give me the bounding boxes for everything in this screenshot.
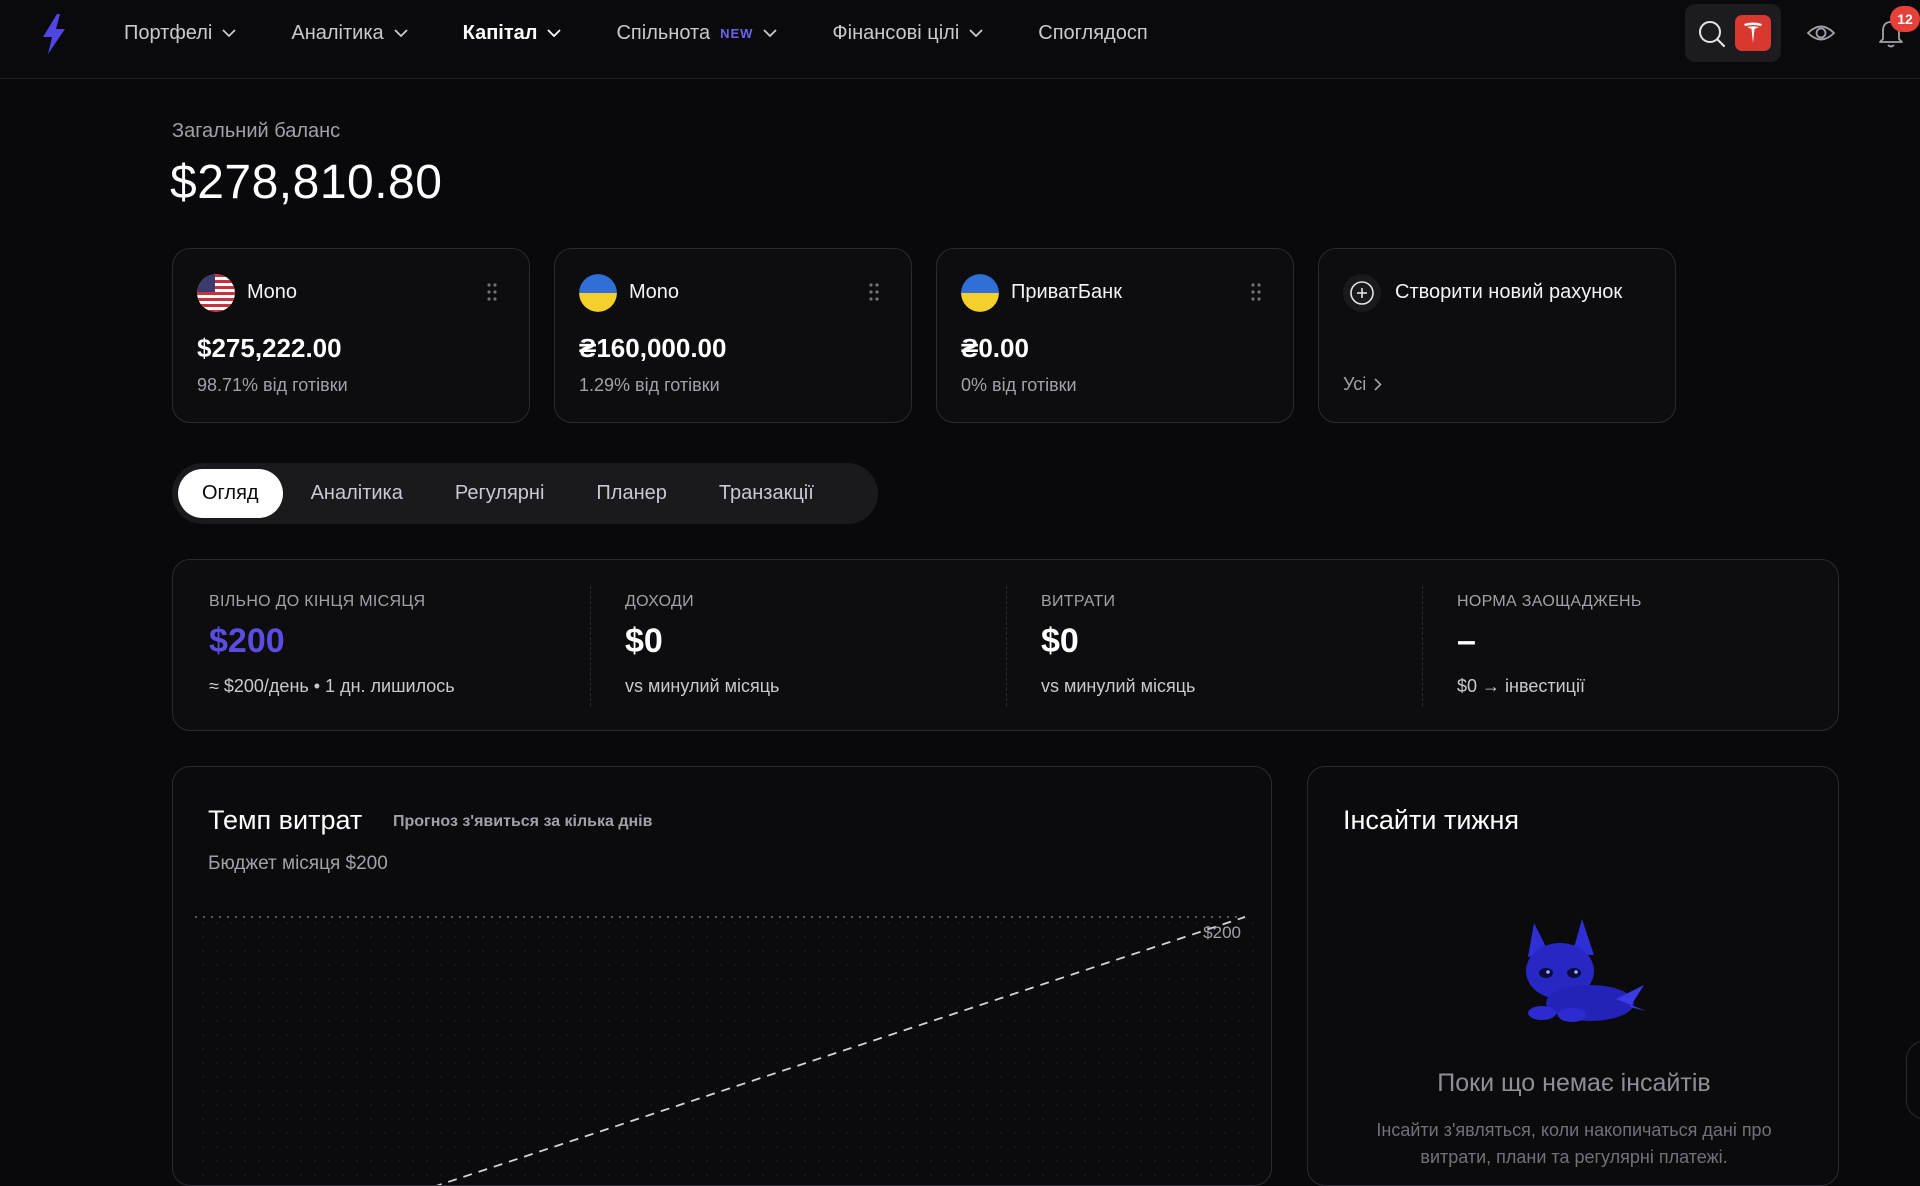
chevron-down-icon	[547, 28, 562, 37]
total-balance-label: Загальний баланс	[172, 120, 341, 142]
nav-item-analytics[interactable]: Аналітика	[291, 21, 408, 45]
no-insights-description: Інсайти з'являться, коли накопичаться да…	[1376, 1120, 1772, 1167]
spending-pace-card: $200 Темп витрат Прогноз з'явиться за кі…	[172, 766, 1272, 1186]
nav-item-label: Спільнота	[616, 21, 711, 44]
chart-dot-grid	[195, 917, 1265, 1185]
nav-item-community[interactable]: Спільнота NEW	[616, 21, 778, 45]
nav-item-label: Портфелі	[124, 21, 213, 44]
stat-label: НОРМА ЗАОЩАДЖЕНЬ	[1457, 593, 1642, 610]
create-account-card[interactable]: Створити новий рахунок Усі	[1318, 248, 1676, 423]
drag-handle-icon[interactable]	[1251, 283, 1261, 301]
nav-item-portfolios[interactable]: Портфелі	[124, 21, 237, 45]
stat-label: ВИТРАТИ	[1041, 593, 1116, 610]
capital-tabs: Огляд Аналітика Регулярні Планер Транзак…	[172, 463, 878, 524]
account-name: ПриватБанк	[1011, 281, 1122, 303]
stat-free-until-month-end: ВІЛЬНО ДО КІНЦЯ МІСЯЦЯ $200 ≈ $200/день …	[173, 560, 589, 732]
ua-flag-icon	[961, 274, 999, 312]
stat-label: ВІЛЬНО ДО КІНЦЯ МІСЯЦЯ	[209, 593, 426, 610]
notification-count-badge: 12	[1890, 6, 1920, 32]
chevron-down-icon	[969, 28, 983, 37]
account-amount: ₴0.00	[961, 333, 1029, 363]
all-accounts-link[interactable]: Усі	[1343, 374, 1382, 395]
weekly-insights-card: Інсайти тижня Поки що немає інсайтів Інс…	[1307, 766, 1839, 1186]
account-name: Mono	[629, 281, 680, 303]
lightning-logo-icon[interactable]	[38, 12, 70, 56]
chevron-down-icon	[394, 28, 408, 37]
chevron-down-icon	[763, 28, 778, 37]
budget-line-label: $200	[1203, 923, 1241, 942]
account-share: 98.71% від готівки	[197, 375, 348, 395]
side-panel-handle[interactable]	[1906, 1040, 1920, 1120]
main-nav: Портфелі Аналітика Капітал Спільнота NEW…	[124, 0, 1203, 66]
tab-analytics[interactable]: Аналітика	[287, 469, 427, 518]
monthly-stats-panel: ВІЛЬНО ДО КІНЦЯ МІСЯЦЯ $200 ≈ $200/день …	[172, 559, 1839, 731]
account-name: Mono	[247, 281, 298, 303]
all-accounts-label: Усі	[1343, 374, 1367, 394]
ua-flag-icon	[579, 274, 617, 312]
stat-sub: $0 → інвестиції	[1457, 676, 1585, 696]
account-amount: $275,222.00	[197, 333, 342, 363]
stat-savings-rate: НОРМА ЗАОЩАДЖЕНЬ – $0 → інвестиції	[1421, 560, 1839, 732]
eye-icon[interactable]	[1806, 20, 1836, 46]
new-badge: NEW	[720, 25, 754, 41]
top-navigation-bar: Портфелі Аналітика Капітал Спільнота NEW…	[0, 0, 1920, 79]
bunny-mascot-icon	[1526, 919, 1646, 1022]
create-account-label: Створити новий рахунок	[1395, 281, 1623, 303]
tesla-logo-icon[interactable]	[1735, 15, 1771, 51]
stat-value: $200	[209, 622, 285, 660]
nav-item-observations[interactable]: Споглядосп	[1038, 22, 1147, 45]
account-share: 0% від готівки	[961, 375, 1077, 395]
chevron-down-icon	[222, 28, 237, 37]
spending-pace-title: Темп витрат	[208, 805, 363, 835]
stat-value: $0	[625, 622, 663, 660]
chevron-right-icon	[1374, 378, 1382, 391]
stat-value: –	[1457, 622, 1476, 660]
no-insights-title: Поки що немає інсайтів	[1437, 1069, 1711, 1097]
stat-sub: ≈ $200/день • 1 дн. лишилось	[209, 676, 455, 696]
nav-item-financial-goals[interactable]: Фінансові цілі	[832, 22, 983, 45]
drag-handle-icon[interactable]	[869, 283, 879, 301]
insights-title: Інсайти тижня	[1343, 805, 1520, 835]
stat-income: ДОХОДИ $0 vs минулий місяць	[589, 560, 1005, 732]
nav-item-label: Капітал	[462, 21, 538, 44]
nav-item-label: Фінансові цілі	[832, 21, 960, 44]
search-and-ticker-group	[1685, 4, 1781, 62]
nav-overflow-fade	[1190, 10, 1250, 60]
nav-item-label: Споглядосп	[1038, 21, 1148, 44]
us-flag-icon	[197, 274, 235, 312]
total-balance-value: $278,810.80	[170, 156, 443, 209]
nav-item-label: Аналітика	[291, 21, 384, 44]
stat-value: $0	[1041, 622, 1079, 660]
account-card[interactable]: Mono ₴160,000.00 1.29% від готівки	[554, 248, 912, 423]
tab-planner[interactable]: Планер	[572, 469, 690, 518]
plus-circle-icon	[1343, 274, 1381, 312]
stat-expenses: ВИТРАТИ $0 vs минулий місяць	[1005, 560, 1421, 732]
search-icon[interactable]	[1697, 19, 1727, 49]
monthly-budget-label: Бюджет місяця $200	[208, 853, 388, 874]
nav-item-capital[interactable]: Капітал	[463, 22, 562, 45]
stat-label: ДОХОДИ	[625, 593, 694, 610]
account-share: 1.29% від готівки	[579, 375, 720, 395]
drag-handle-icon[interactable]	[487, 283, 497, 301]
stat-sub: vs минулий місяць	[1041, 676, 1196, 696]
tab-overview[interactable]: Огляд	[178, 469, 283, 518]
tab-recurring[interactable]: Регулярні	[431, 469, 569, 518]
account-card[interactable]: Mono $275,222.00 98.71% від готівки	[172, 248, 530, 423]
tab-transactions[interactable]: Транзакції	[695, 469, 838, 518]
account-card[interactable]: ПриватБанк ₴0.00 0% від готівки	[936, 248, 1294, 423]
account-amount: ₴160,000.00	[579, 333, 727, 363]
stat-sub: vs минулий місяць	[625, 676, 780, 696]
forecast-hint: Прогноз з'явиться за кілька днів	[393, 813, 653, 830]
